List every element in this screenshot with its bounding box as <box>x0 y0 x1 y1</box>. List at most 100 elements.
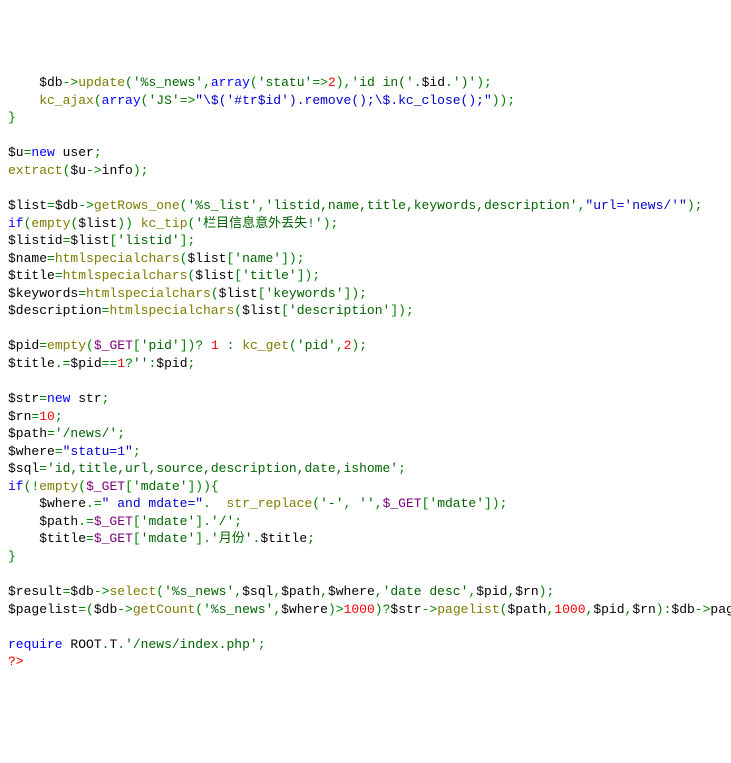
token-op: , <box>273 584 281 599</box>
token-op: ; <box>695 198 703 213</box>
token-var: $list <box>187 251 226 266</box>
token-fn: update <box>78 75 125 90</box>
token-num: 1000 <box>554 602 585 617</box>
token-op: ; <box>546 584 554 599</box>
token-num: 10 <box>39 409 55 424</box>
token-op: -> <box>63 75 79 90</box>
token-op: ; <box>258 637 266 652</box>
code-line: $rn=10; <box>8 408 723 426</box>
token-var: $rn <box>515 584 538 599</box>
token-str-dq: "statu=1" <box>63 444 133 459</box>
token-str-q: 'name' <box>234 251 281 266</box>
token-str-q: 'title' <box>242 268 297 283</box>
code-line: $where.=" and mdate=". str_replace('-', … <box>8 495 723 513</box>
token-fn: htmlspecialchars <box>63 268 188 283</box>
token-op: ; <box>234 514 242 529</box>
token-op: -> <box>117 602 133 617</box>
token-op: ; <box>406 303 414 318</box>
token-fn: empty <box>39 479 78 494</box>
token-var: $str <box>8 391 39 406</box>
token-kw: if <box>8 479 24 494</box>
token-var: $db <box>8 75 63 90</box>
token-br: ( <box>289 338 297 353</box>
token-str-q: 'pid' <box>141 338 180 353</box>
token-br: ( <box>86 338 94 353</box>
token-var: $rn <box>8 409 31 424</box>
token-fn: empty <box>47 338 86 353</box>
token-str-q: 'pid' <box>297 338 336 353</box>
token-br: ] <box>195 514 203 529</box>
token-str-q: 'mdate' <box>141 531 196 546</box>
token-str-q: '%s_news' <box>164 584 234 599</box>
token-op: = <box>39 391 47 406</box>
code-line <box>8 127 723 145</box>
token-var: $sql <box>242 584 273 599</box>
token-str-q: '/' <box>211 514 234 529</box>
code-line: kc_ajax(array('JS'=>"\$('#tr$id').remove… <box>8 92 723 110</box>
token-op: , <box>320 584 328 599</box>
token-var <box>133 216 141 231</box>
token-op: = <box>63 584 71 599</box>
token-var: $pid <box>593 602 624 617</box>
token-str-q: 'description' <box>289 303 390 318</box>
token-var <box>203 338 211 353</box>
token-str-q: 'id in(' <box>351 75 413 90</box>
token-br: ]) <box>344 286 360 301</box>
code-line: $path.=$_GET['mdate'].'/'; <box>8 513 723 531</box>
token-br: ) <box>328 602 336 617</box>
token-op: ; <box>507 93 515 108</box>
token-op: = <box>86 531 94 546</box>
token-var: $pid <box>8 338 39 353</box>
token-br: ( <box>156 584 164 599</box>
token-op: ; <box>307 531 315 546</box>
token-var: $result <box>8 584 63 599</box>
token-op: = <box>78 286 86 301</box>
token-op: -> <box>695 602 711 617</box>
token-br: } <box>8 549 16 564</box>
token-br: )) <box>492 93 508 108</box>
code-editor[interactable]: $db->update('%s_news',array('statu'=>2),… <box>8 74 723 671</box>
token-var: $keywords <box>8 286 78 301</box>
code-line <box>8 320 723 338</box>
token-kw: new <box>47 391 70 406</box>
token-br: ] <box>195 531 203 546</box>
token-var <box>351 496 359 511</box>
token-str-q: 'keywords' <box>266 286 344 301</box>
code-line: $db->update('%s_news',array('statu'=>2),… <box>8 74 723 92</box>
token-op: ; <box>117 426 125 441</box>
token-br: ) <box>656 602 664 617</box>
token-op: ; <box>331 216 339 231</box>
token-br: ( <box>312 496 320 511</box>
token-var: $u <box>70 163 86 178</box>
token-op: , <box>586 602 594 617</box>
token-var: T <box>109 637 117 652</box>
token-fn: htmlspecialchars <box>109 303 234 318</box>
token-purple: $_GET <box>94 514 133 529</box>
token-op: ; <box>102 391 110 406</box>
token-str-q: '/news/index.php' <box>125 637 258 652</box>
token-op: ; <box>398 461 406 476</box>
token-op: => <box>312 75 328 90</box>
token-op: ; <box>500 496 508 511</box>
token-var: $where <box>8 496 86 511</box>
token-op: = <box>55 268 63 283</box>
token-purple: $_GET <box>94 531 133 546</box>
token-br: ( <box>250 75 258 90</box>
token-var: $name <box>8 251 47 266</box>
token-br: [ <box>234 268 242 283</box>
token-var: $db <box>94 602 117 617</box>
token-var: $db <box>70 584 93 599</box>
token-br: [ <box>133 514 141 529</box>
token-str-q: '' <box>133 356 149 371</box>
token-num: 1 <box>117 356 125 371</box>
token-op: ; <box>312 268 320 283</box>
token-br: ])){ <box>188 479 219 494</box>
code-line <box>8 179 723 197</box>
token-str-q: '栏目信息意外丢失!' <box>195 216 322 231</box>
token-str-dq: "url='news/'" <box>585 198 686 213</box>
token-str-q: '月份' <box>211 531 253 546</box>
token-str-q: 'mdate' <box>141 514 196 529</box>
token-br: ( <box>86 602 94 617</box>
token-op: , <box>625 602 633 617</box>
token-var <box>8 93 39 108</box>
